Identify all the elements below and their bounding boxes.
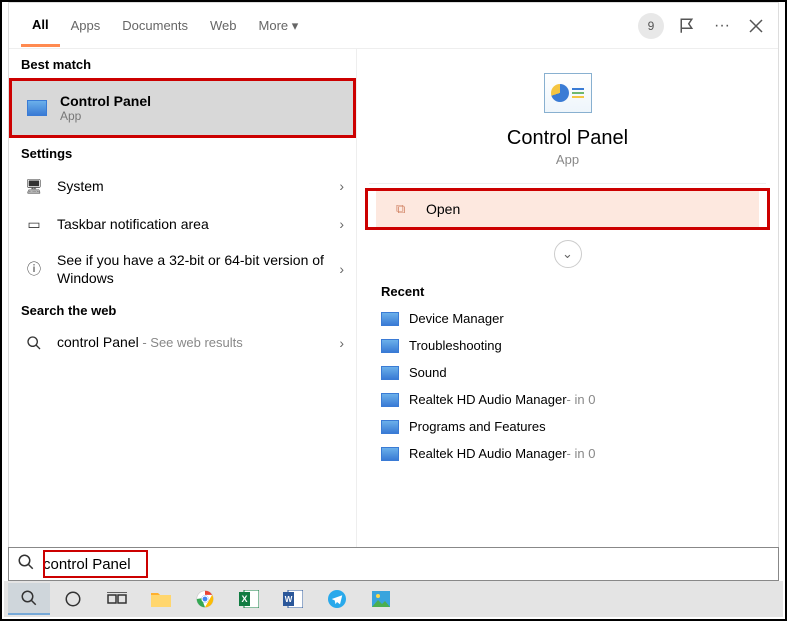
- close-icon[interactable]: [746, 16, 766, 36]
- recent-suffix: - in 0: [567, 446, 596, 461]
- open-action[interactable]: ⧉ Open: [376, 191, 759, 227]
- best-match-title: Control Panel: [60, 93, 341, 109]
- options-icon[interactable]: ···: [712, 16, 732, 36]
- results-column: Best match Control Panel App Settings 🖥 …: [9, 49, 357, 578]
- taskbar-search-button[interactable]: [8, 583, 50, 615]
- feedback-icon[interactable]: [678, 16, 698, 36]
- detail-subtitle: App: [357, 152, 778, 167]
- recent-item[interactable]: Device Manager: [369, 305, 766, 332]
- taskbar-icon: ▭: [21, 213, 47, 235]
- chevron-right-icon: ›: [339, 178, 344, 194]
- rewards-badge[interactable]: 9: [638, 13, 664, 39]
- recent-label: Device Manager: [409, 311, 504, 326]
- svg-text:W: W: [285, 595, 293, 604]
- best-match-result[interactable]: Control Panel App: [9, 78, 356, 138]
- app-icon: [381, 393, 399, 407]
- recent-header: Recent: [357, 278, 778, 305]
- search-icon: [21, 332, 47, 354]
- chevron-right-icon: ›: [339, 261, 344, 277]
- search-input[interactable]: [43, 556, 770, 573]
- taskbar-photos-button[interactable]: [360, 583, 402, 615]
- detail-title: Control Panel: [357, 127, 778, 150]
- settings-header: Settings: [9, 138, 356, 167]
- settings-result-bits[interactable]: ⓘ See if you have a 32-bit or 64-bit ver…: [9, 243, 356, 295]
- detail-pane: Control Panel App ⧉ Open ⌄ Recent Device…: [357, 49, 778, 578]
- web-result[interactable]: control Panel - See web results ›: [9, 324, 356, 362]
- taskbar-chrome-button[interactable]: [184, 583, 226, 615]
- recent-item[interactable]: Troubleshooting: [369, 332, 766, 359]
- recent-label: Realtek HD Audio Manager: [409, 446, 567, 461]
- taskbar: X W: [4, 581, 783, 617]
- search-bar: [8, 547, 779, 581]
- tab-all[interactable]: All: [21, 5, 60, 47]
- tab-web[interactable]: Web: [199, 6, 248, 45]
- recent-item[interactable]: Programs and Features: [369, 413, 766, 440]
- taskbar-word-button[interactable]: W: [272, 583, 314, 615]
- tabs-bar: All Apps Documents Web More ▾ 9 ···: [9, 3, 778, 49]
- open-label: Open: [426, 201, 460, 217]
- search-icon: [17, 553, 37, 576]
- recent-label: Programs and Features: [409, 419, 546, 434]
- recent-label: Realtek HD Audio Manager: [409, 392, 567, 407]
- best-match-header: Best match: [9, 49, 356, 78]
- taskbar-explorer-button[interactable]: [140, 583, 182, 615]
- tab-documents[interactable]: Documents: [111, 6, 199, 45]
- monitor-icon: 🖥: [21, 175, 47, 197]
- control-panel-large-icon: [544, 73, 592, 113]
- taskbar-telegram-button[interactable]: [316, 583, 358, 615]
- chevron-right-icon: ›: [339, 216, 344, 232]
- settings-result-system[interactable]: 🖥 System ›: [9, 167, 356, 205]
- app-icon: [381, 339, 399, 353]
- search-window: All Apps Documents Web More ▾ 9 ··· Best…: [8, 2, 779, 579]
- best-match-subtitle: App: [60, 109, 341, 123]
- settings-result-taskbar[interactable]: ▭ Taskbar notification area ›: [9, 205, 356, 243]
- web-result-suffix: - See web results: [139, 335, 243, 350]
- recent-item[interactable]: Realtek HD Audio Manager - in 0: [369, 440, 766, 467]
- tab-apps[interactable]: Apps: [60, 6, 112, 45]
- app-icon: [381, 447, 399, 461]
- recent-suffix: - in 0: [567, 392, 596, 407]
- chevron-down-icon: ⌄: [562, 246, 573, 262]
- chevron-down-icon: ▾: [292, 18, 299, 33]
- control-panel-icon: [24, 97, 50, 119]
- recent-label: Troubleshooting: [409, 338, 502, 353]
- settings-label: Taskbar notification area: [57, 216, 339, 232]
- settings-label: System: [57, 178, 339, 194]
- svg-text:X: X: [241, 594, 247, 604]
- search-web-header: Search the web: [9, 295, 356, 324]
- app-icon: [381, 420, 399, 434]
- settings-label: See if you have a 32-bit or 64-bit versi…: [57, 251, 339, 287]
- web-result-label: control Panel: [57, 334, 139, 350]
- app-icon: [381, 366, 399, 380]
- taskbar-taskview-button[interactable]: [96, 583, 138, 615]
- expand-button[interactable]: ⌄: [554, 240, 582, 268]
- tab-more[interactable]: More ▾: [248, 6, 310, 46]
- app-icon: [381, 312, 399, 326]
- recent-label: Sound: [409, 365, 447, 380]
- open-icon: ⧉: [396, 201, 418, 217]
- taskbar-cortana-button[interactable]: [52, 583, 94, 615]
- recent-item[interactable]: Realtek HD Audio Manager - in 0: [369, 386, 766, 413]
- recent-list: Device Manager Troubleshooting Sound Rea…: [357, 305, 778, 467]
- taskbar-excel-button[interactable]: X: [228, 583, 270, 615]
- recent-item[interactable]: Sound: [369, 359, 766, 386]
- chevron-right-icon: ›: [339, 335, 344, 351]
- info-icon: ⓘ: [21, 258, 47, 280]
